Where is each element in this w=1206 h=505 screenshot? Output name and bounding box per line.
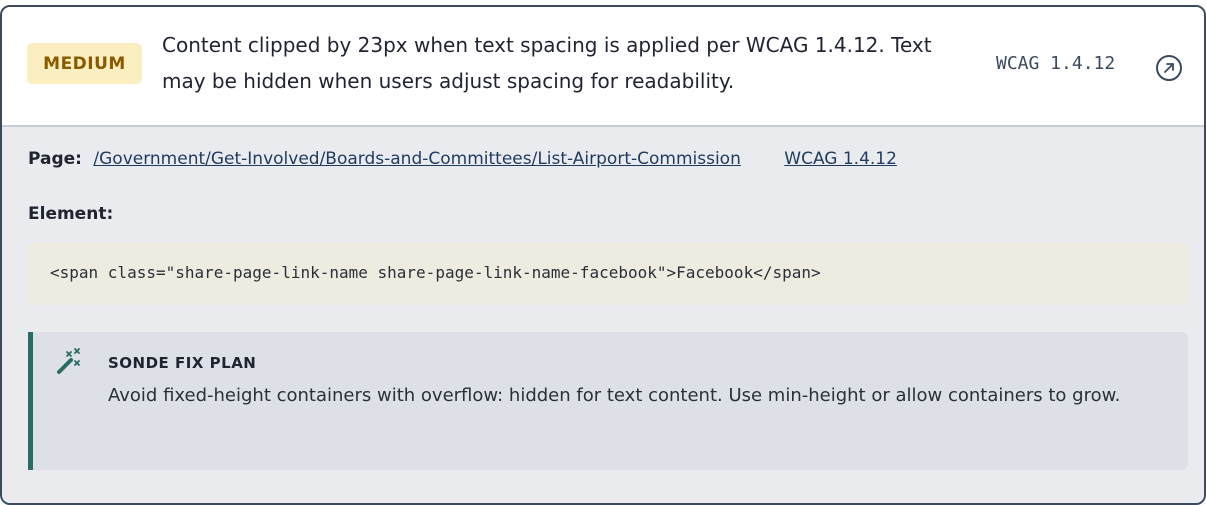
criterion-label: WCAG 1.4.12 xyxy=(996,53,1116,74)
page-url-link[interactable]: /Government/Get-Involved/Boards-and-Comm… xyxy=(93,149,740,169)
page-row: Page: /Government/Get-Involved/Boards-an… xyxy=(28,149,897,169)
issue-summary[interactable]: MEDIUM Content clipped by 23px when text… xyxy=(2,7,1204,127)
external-link-icon[interactable] xyxy=(1156,55,1182,81)
arrow-icon xyxy=(1164,63,1174,73)
issue-message: Content clipped by 23px when text spacin… xyxy=(162,33,932,93)
magic-wand-icon xyxy=(57,348,80,374)
element-code: <span class="share-page-link-name share-… xyxy=(28,243,1188,305)
page-label: Page: xyxy=(28,149,82,169)
fix-plan-text: Avoid fixed-height containers with overf… xyxy=(108,385,1121,406)
fix-plan-title: SONDE FIX PLAN xyxy=(108,354,257,372)
element-label: Element: xyxy=(28,204,114,224)
wcag-link[interactable]: WCAG 1.4.12 xyxy=(784,149,897,169)
fix-plan-panel: SONDE FIX PLAN Avoid fixed-height contai… xyxy=(28,332,1188,470)
severity-badge: MEDIUM xyxy=(27,43,142,84)
issue-details: Page: /Government/Get-Involved/Boards-an… xyxy=(2,127,1204,503)
issue-card: MEDIUM Content clipped by 23px when text… xyxy=(0,5,1206,505)
